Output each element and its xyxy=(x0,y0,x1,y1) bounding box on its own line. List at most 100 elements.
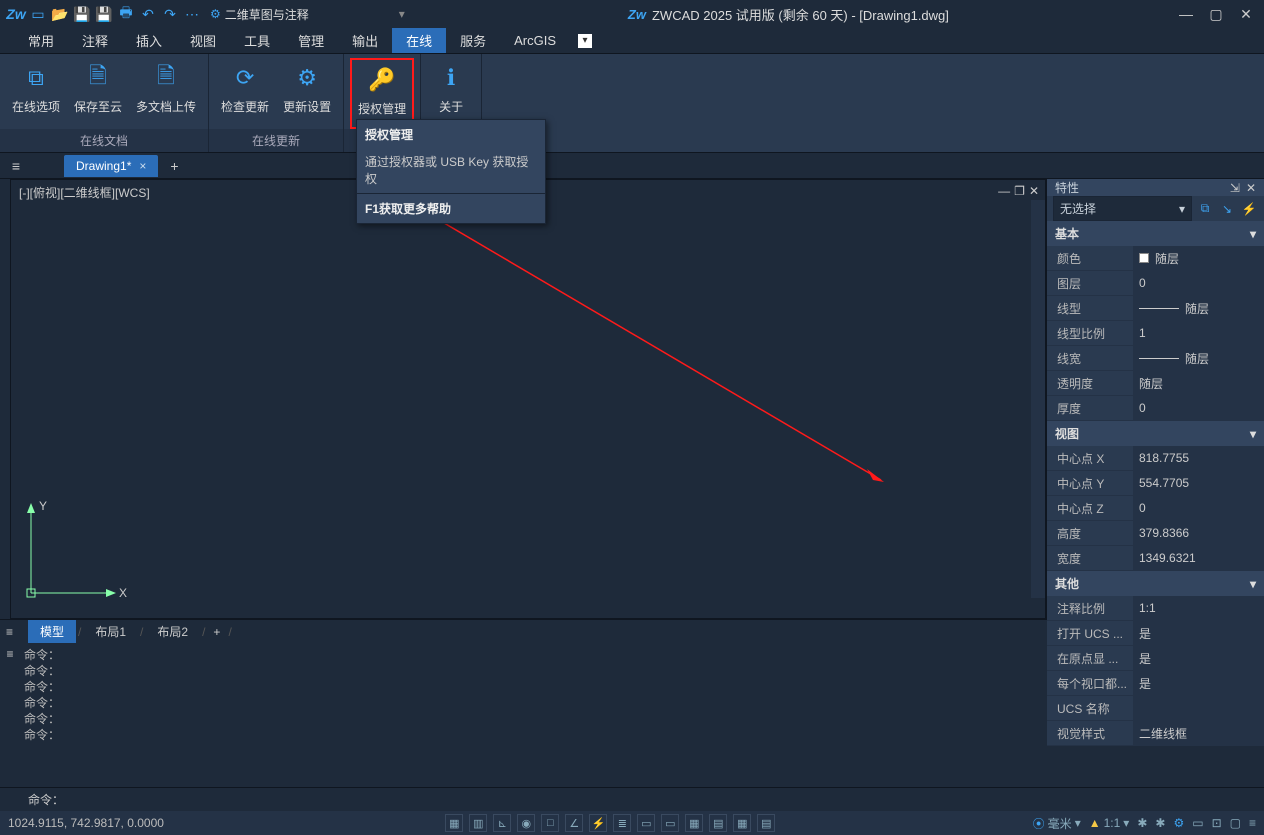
toggle-pickadd-icon[interactable]: ⧉ xyxy=(1196,200,1214,218)
property-value[interactable]: 0 xyxy=(1133,496,1264,520)
layout-tab[interactable]: 模型 xyxy=(28,620,76,643)
ribbon-tab[interactable]: 服务 xyxy=(446,28,500,53)
qat-undo-icon[interactable]: ↶ xyxy=(138,4,158,24)
property-row[interactable]: 透明度随层 xyxy=(1047,371,1264,396)
dyn-toggle-icon[interactable]: ≣ xyxy=(613,814,631,832)
property-value[interactable]: 1349.6321 xyxy=(1133,546,1264,570)
grid-toggle-icon[interactable]: ▦ xyxy=(445,814,463,832)
ribbon-tab[interactable]: 在线 xyxy=(392,28,446,53)
property-value[interactable]: 是 xyxy=(1133,621,1264,645)
ribbon-tab[interactable]: ArcGIS xyxy=(500,28,570,53)
close-icon[interactable]: × xyxy=(139,159,146,173)
property-value[interactable]: 随层 xyxy=(1133,371,1264,395)
polar-toggle-icon[interactable]: ◉ xyxy=(517,814,535,832)
property-row[interactable]: 线宽随层 xyxy=(1047,346,1264,371)
hamburger-icon[interactable]: ≡ xyxy=(0,643,20,787)
ribbon-extra-icon[interactable]: ▾ xyxy=(578,28,592,53)
ribbon-tab[interactable]: 管理 xyxy=(284,28,338,53)
hamburger-icon[interactable]: ≡ xyxy=(6,625,26,639)
select-objects-icon[interactable]: ↘ xyxy=(1218,200,1236,218)
document-tab[interactable]: Drawing1* × xyxy=(64,155,158,177)
property-value[interactable]: 379.8366 xyxy=(1133,521,1264,545)
model-toggle-icon[interactable]: ▭ xyxy=(637,814,655,832)
property-row[interactable]: 厚度0 xyxy=(1047,396,1264,421)
close-button[interactable]: ✕ xyxy=(1232,4,1260,24)
add-layout-button[interactable]: + xyxy=(207,625,226,639)
minimize-button[interactable]: — xyxy=(1172,4,1200,24)
maximize-button[interactable]: ▢ xyxy=(1202,4,1230,24)
layout-tab[interactable]: 布局1 xyxy=(83,620,138,643)
ribbon-button[interactable]: ⚙更新设置 xyxy=(277,58,337,129)
property-row[interactable]: 线型随层 xyxy=(1047,296,1264,321)
ribbon-button[interactable]: ⧉在线选项 xyxy=(6,58,66,129)
property-value[interactable]: 554.7705 xyxy=(1133,471,1264,495)
property-row[interactable]: 宽度1349.6321 xyxy=(1047,546,1264,571)
property-section-header[interactable]: 其他▾ xyxy=(1047,571,1264,596)
property-row[interactable]: 线型比例1 xyxy=(1047,321,1264,346)
sc-toggle-icon[interactable]: ▤ xyxy=(757,814,775,832)
property-value[interactable]: 0 xyxy=(1133,271,1264,295)
property-section-header[interactable]: 视图▾ xyxy=(1047,421,1264,446)
drawing-canvas[interactable]: [-][俯视][二维线框][WCS] — ❐ ✕ Y X xyxy=(10,179,1046,619)
qat-saveas-icon[interactable]: 💾 xyxy=(94,4,114,24)
ribbon-tab[interactable]: 视图 xyxy=(176,28,230,53)
qat-save-icon[interactable]: 💾 xyxy=(72,4,92,24)
iso-toggle-icon[interactable]: ▤ xyxy=(709,814,727,832)
property-row[interactable]: 注释比例1:1 xyxy=(1047,596,1264,621)
property-section-header[interactable]: 基本▾ xyxy=(1047,221,1264,246)
ribbon-tab[interactable]: 常用 xyxy=(14,28,68,53)
selection-dropdown[interactable]: 无选择 ▾ xyxy=(1053,196,1192,221)
document-tabs: ≡ Drawing1* × + xyxy=(0,153,1264,179)
ribbon-button-icon: ⧉ xyxy=(20,62,52,94)
property-value[interactable]: 随层 xyxy=(1133,246,1264,270)
new-tab-button[interactable]: + xyxy=(162,158,186,174)
quick-select-icon[interactable]: ⚡ xyxy=(1240,200,1258,218)
property-row[interactable]: 中心点 X818.7755 xyxy=(1047,446,1264,471)
tpy-toggle-icon[interactable]: ▦ xyxy=(685,814,703,832)
command-input[interactable] xyxy=(68,792,1258,807)
qat-plot-icon[interactable]: 🖶 xyxy=(116,4,136,24)
property-value[interactable]: 1 xyxy=(1133,321,1264,345)
ribbon-button[interactable]: 🗎保存至云 xyxy=(68,58,128,129)
property-row[interactable]: 高度379.8366 xyxy=(1047,521,1264,546)
vertical-scrollbar[interactable] xyxy=(1031,200,1045,598)
selection-row: 无选择 ▾ ⧉ ↘ ⚡ xyxy=(1047,196,1264,221)
ortho-toggle-icon[interactable]: ⊾ xyxy=(493,814,511,832)
ribbon-button[interactable]: ⟳检查更新 xyxy=(215,58,275,129)
property-row[interactable]: 中心点 Z0 xyxy=(1047,496,1264,521)
close-icon[interactable]: ✕ xyxy=(1246,181,1256,195)
qat-more-icon[interactable]: ⋯ xyxy=(182,4,202,24)
workspace-switcher[interactable]: ⚙ 二维草图与注释 ▾ xyxy=(210,6,405,23)
ribbon-tab[interactable]: 注释 xyxy=(68,28,122,53)
property-row[interactable]: 图层0 xyxy=(1047,271,1264,296)
property-row[interactable]: 中心点 Y554.7705 xyxy=(1047,471,1264,496)
lwt-toggle-icon[interactable]: ⚡ xyxy=(589,814,607,832)
vp-restore-icon[interactable]: ❐ xyxy=(1014,184,1025,198)
qat-open-icon[interactable]: 📂 xyxy=(50,4,70,24)
dock-icon[interactable]: ⇲ xyxy=(1230,181,1240,195)
property-row[interactable]: 颜色随层 xyxy=(1047,246,1264,271)
property-value[interactable]: 818.7755 xyxy=(1133,446,1264,470)
cycle-toggle-icon[interactable]: ▭ xyxy=(661,814,679,832)
property-key: 宽度 xyxy=(1047,546,1133,570)
property-value[interactable]: 随层 xyxy=(1133,296,1264,320)
ribbon-tab[interactable]: 输出 xyxy=(338,28,392,53)
property-value[interactable]: 随层 xyxy=(1133,346,1264,370)
qat-redo-icon[interactable]: ↷ xyxy=(160,4,180,24)
ribbon-button[interactable]: 🗎多文档上传 xyxy=(130,58,202,129)
vp-close-icon[interactable]: ✕ xyxy=(1029,184,1039,198)
units-display[interactable]: ⦿毫米▾ xyxy=(1033,815,1081,832)
qp-toggle-icon[interactable]: ▦ xyxy=(733,814,751,832)
qat-new-icon[interactable]: ▭ xyxy=(28,4,48,24)
viewport-label[interactable]: [-][俯视][二维线框][WCS] xyxy=(19,184,150,201)
snap-toggle-icon[interactable]: ▥ xyxy=(469,814,487,832)
property-value[interactable]: 0 xyxy=(1133,396,1264,420)
otrack-toggle-icon[interactable]: ∠ xyxy=(565,814,583,832)
property-value[interactable]: 1:1 xyxy=(1133,596,1264,620)
layout-tab[interactable]: 布局2 xyxy=(145,620,200,643)
ribbon-tab[interactable]: 工具 xyxy=(230,28,284,53)
ribbon-tab[interactable]: 插入 xyxy=(122,28,176,53)
osnap-toggle-icon[interactable]: □ xyxy=(541,814,559,832)
vp-minimize-icon[interactable]: — xyxy=(998,184,1010,198)
hamburger-icon[interactable]: ≡ xyxy=(6,158,26,174)
